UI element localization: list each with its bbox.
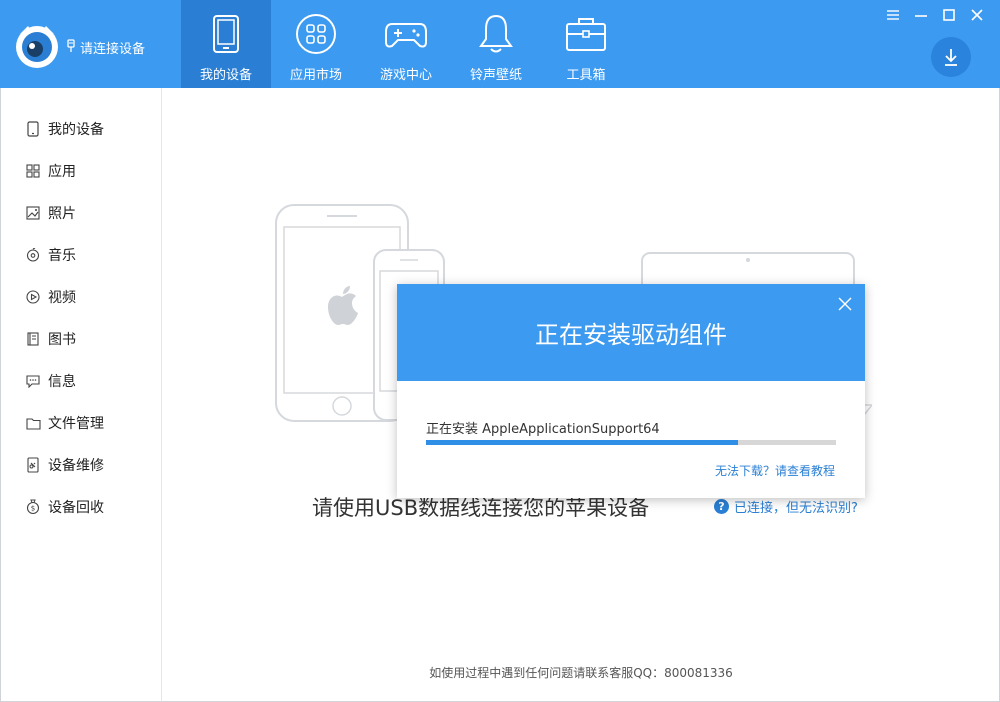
nav-ringtone-wallpaper[interactable]: 铃声壁纸 [451,0,541,88]
download-tutorial-link[interactable]: 无法下载？请查看教程 [715,462,835,479]
folder-icon [25,415,41,431]
close-icon [838,297,852,311]
question-icon: ? [714,499,729,514]
svg-text:$: $ [31,505,35,513]
nav-game-center[interactable]: 游戏中心 [361,0,451,88]
app-grid-icon [294,12,338,56]
sidebar-item-music[interactable]: 音乐 [1,234,161,276]
window-controls [882,6,988,24]
connect-device-status[interactable]: 请连接设备 [66,38,145,57]
gamepad-icon [384,12,428,56]
sidebar-item-messages[interactable]: 信息 [1,360,161,402]
sidebar-item-photos[interactable]: 照片 [1,192,161,234]
minimize-icon [915,15,927,17]
nav-label: 游戏中心 [379,68,432,83]
sidebar-item-file-manager[interactable]: 文件管理 [1,402,161,444]
sidebar-item-label: 应用 [48,164,76,180]
sidebar-item-label: 文件管理 [48,416,104,432]
sidebar-item-label: 视频 [48,290,76,306]
download-icon [945,49,957,66]
sidebar-item-apps[interactable]: 应用 [1,150,161,192]
sidebar: 我的设备 应用 照片 音乐 视频 图书 信息 文件管理 设备维修 $ 设备回收 [0,88,162,702]
nav-label: 我的设备 [199,68,252,83]
maximize-button[interactable] [938,6,960,24]
sidebar-item-label: 音乐 [48,248,76,264]
sidebar-item-label: 设备回收 [48,500,104,516]
usb-plug-icon [66,38,76,57]
video-icon [25,289,41,305]
help-link-label: 已连接，但无法识别? [734,501,858,516]
music-icon [25,247,41,263]
book-icon [25,331,41,347]
top-nav: 我的设备 应用市场 游戏中心 铃声壁纸 工具箱 [181,0,631,88]
sidebar-item-label: 照片 [48,206,76,222]
top-bar: 请连接设备 我的设备 应用市场 游戏中心 铃声壁纸 工具箱 [0,0,1000,88]
connect-device-label: 请连接设备 [80,42,146,57]
sidebar-item-label: 我的设备 [48,122,104,138]
sidebar-item-label: 信息 [48,374,76,390]
menu-icon [887,10,899,20]
install-progress-bar [426,440,836,445]
minimize-button[interactable] [910,6,932,24]
sidebar-item-books[interactable]: 图书 [1,318,161,360]
nav-label: 工具箱 [566,68,606,83]
photo-icon [25,205,41,221]
repair-icon [25,457,41,473]
sidebar-item-videos[interactable]: 视频 [1,276,161,318]
phone-icon [25,121,41,137]
sidebar-item-my-device[interactable]: 我的设备 [1,108,161,150]
connected-not-recognized-link[interactable]: ? 已连接，但无法识别? [714,497,858,516]
toolbox-icon [564,12,608,56]
sidebar-item-label: 设备维修 [48,458,104,474]
tablet-icon [204,12,248,56]
download-manager-button[interactable] [931,37,971,77]
maximize-icon [943,9,955,21]
sidebar-item-label: 图书 [48,332,76,348]
nav-my-device[interactable]: 我的设备 [181,0,271,88]
nav-label: 应用市场 [289,68,342,83]
nav-toolbox[interactable]: 工具箱 [541,0,631,88]
sidebar-item-device-recycle[interactable]: $ 设备回收 [1,486,161,528]
apple-logo-icon [328,286,358,325]
grid-icon [25,163,41,179]
close-button[interactable] [966,6,988,24]
recycle-icon: $ [25,499,41,515]
message-icon [25,373,41,389]
install-status-text: 正在安装 AppleApplicationSupport64 [426,422,660,437]
bell-icon [474,12,518,56]
install-driver-dialog: 正在安装驱动组件 正在安装 AppleApplicationSupport64 … [397,284,865,498]
dialog-header: 正在安装驱动组件 [397,284,865,381]
menu-button[interactable] [882,6,904,24]
app-logo-icon [12,20,62,70]
close-icon [971,9,983,21]
nav-label: 铃声壁纸 [469,68,522,83]
dialog-title: 正在安装驱动组件 [535,321,727,349]
nav-app-market[interactable]: 应用市场 [271,0,361,88]
support-footer: 如使用过程中遇到任何问题请联系客服QQ：800081336 [429,666,733,680]
progress-fill [426,440,738,445]
dialog-close-button[interactable] [837,296,853,312]
sidebar-item-device-repair[interactable]: 设备维修 [1,444,161,486]
